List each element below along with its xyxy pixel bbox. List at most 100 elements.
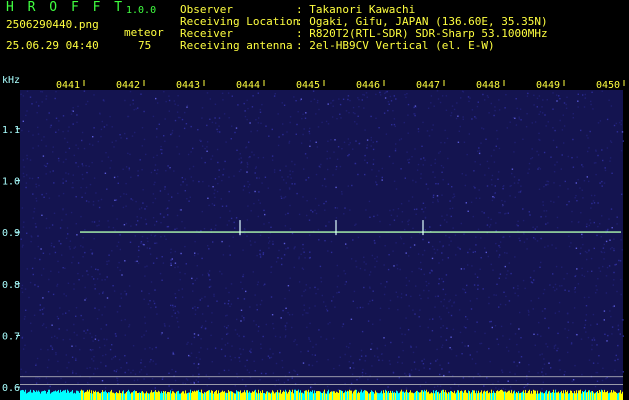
level-bar: [103, 391, 104, 400]
noise-dot: [119, 305, 121, 307]
level-bar: [28, 392, 29, 400]
noise-dot: [505, 277, 507, 279]
noise-dot: [458, 309, 461, 311]
noise-dot: [587, 150, 589, 153]
noise-dot: [431, 129, 433, 131]
app-title: H R O F F T: [6, 0, 126, 15]
noise-dot: [474, 251, 476, 253]
noise-dot: [399, 268, 401, 271]
noise-dot: [274, 93, 276, 95]
antenna-label: Receiving antenna: [180, 39, 293, 52]
noise-dot: [54, 251, 57, 254]
noise-dot: [513, 151, 515, 153]
noise-dot: [408, 158, 411, 160]
noise-dot: [587, 137, 589, 139]
noise-dot: [306, 214, 308, 217]
level-bar: [256, 392, 257, 400]
noise-dot: [161, 152, 163, 155]
noise-dot: [432, 196, 435, 198]
level-bar: [281, 393, 282, 400]
noise-dot: [344, 353, 346, 356]
noise-dot: [259, 253, 261, 255]
level-bar: [412, 392, 413, 400]
level-bar: [381, 390, 382, 400]
noise-dot: [165, 208, 168, 210]
noise-dot: [274, 335, 277, 338]
level-bar: [354, 390, 355, 400]
noise-dot: [462, 288, 464, 290]
noise-dot: [53, 246, 55, 248]
noise-dot: [26, 110, 28, 112]
noise-dot: [54, 97, 56, 100]
noise-dot: [295, 100, 297, 102]
noise-dot: [302, 362, 305, 364]
noise-dot: [612, 305, 614, 308]
noise-dot: [258, 177, 260, 179]
noise-dot: [281, 359, 283, 362]
noise-dot: [31, 267, 34, 270]
noise-dot: [504, 107, 506, 109]
noise-dot: [405, 374, 407, 377]
level-bar: [410, 390, 411, 400]
noise-dot: [73, 283, 75, 285]
noise-dot: [214, 196, 216, 199]
noise-dot: [363, 256, 365, 258]
level-bar: [606, 391, 607, 400]
noise-dot: [566, 204, 568, 206]
noise-dot: [131, 135, 134, 137]
noise-dot: [346, 247, 348, 249]
noise-dot: [124, 334, 126, 336]
level-bar: [458, 390, 459, 400]
noise-dot: [423, 157, 425, 159]
noise-dot: [140, 242, 142, 244]
noise-dot: [452, 328, 455, 331]
noise-dot: [506, 252, 508, 254]
level-bar: [387, 392, 388, 400]
noise-dot: [327, 250, 329, 252]
noise-dot: [273, 95, 276, 97]
noise-dot: [164, 325, 166, 327]
noise-dot: [105, 353, 107, 356]
noise-dot: [336, 286, 339, 288]
noise-dot: [146, 265, 148, 267]
noise-dot: [574, 291, 576, 293]
noise-dot: [556, 94, 558, 96]
level-bar: [478, 390, 479, 400]
noise-dot: [116, 380, 119, 382]
noise-dot: [349, 387, 351, 389]
noise-dot: [424, 207, 427, 209]
noise-dot: [181, 220, 183, 223]
noise-dot: [558, 360, 560, 362]
noise-dot: [609, 157, 612, 159]
noise-dot: [584, 250, 587, 253]
noise-dot: [289, 228, 292, 230]
noise-dot: [37, 145, 40, 147]
level-bar: [565, 389, 566, 400]
level-bar: [172, 391, 173, 400]
level-bar: [236, 390, 237, 400]
noise-dot: [507, 270, 509, 272]
noise-dot: [319, 265, 322, 268]
noise-dot: [112, 356, 115, 359]
noise-dot: [138, 249, 140, 252]
noise-dot: [374, 266, 376, 268]
level-bar: [460, 391, 461, 400]
noise-dot: [242, 273, 245, 276]
noise-dot: [91, 221, 93, 223]
level-bar: [331, 391, 332, 400]
noise-dot: [303, 168, 305, 170]
noise-dot: [583, 106, 586, 108]
noise-dot: [156, 128, 158, 130]
noise-dot: [361, 99, 363, 101]
noise-dot: [170, 133, 172, 136]
noise-dot: [442, 288, 444, 291]
noise-dot: [180, 209, 182, 211]
noise-dot: [115, 140, 117, 142]
noise-dot: [420, 158, 422, 160]
level-bar: [537, 390, 538, 400]
noise-dot: [413, 361, 416, 363]
noise-dot: [496, 338, 498, 340]
noise-dot: [155, 220, 158, 223]
noise-dot: [98, 206, 101, 209]
noise-dot: [355, 223, 357, 225]
